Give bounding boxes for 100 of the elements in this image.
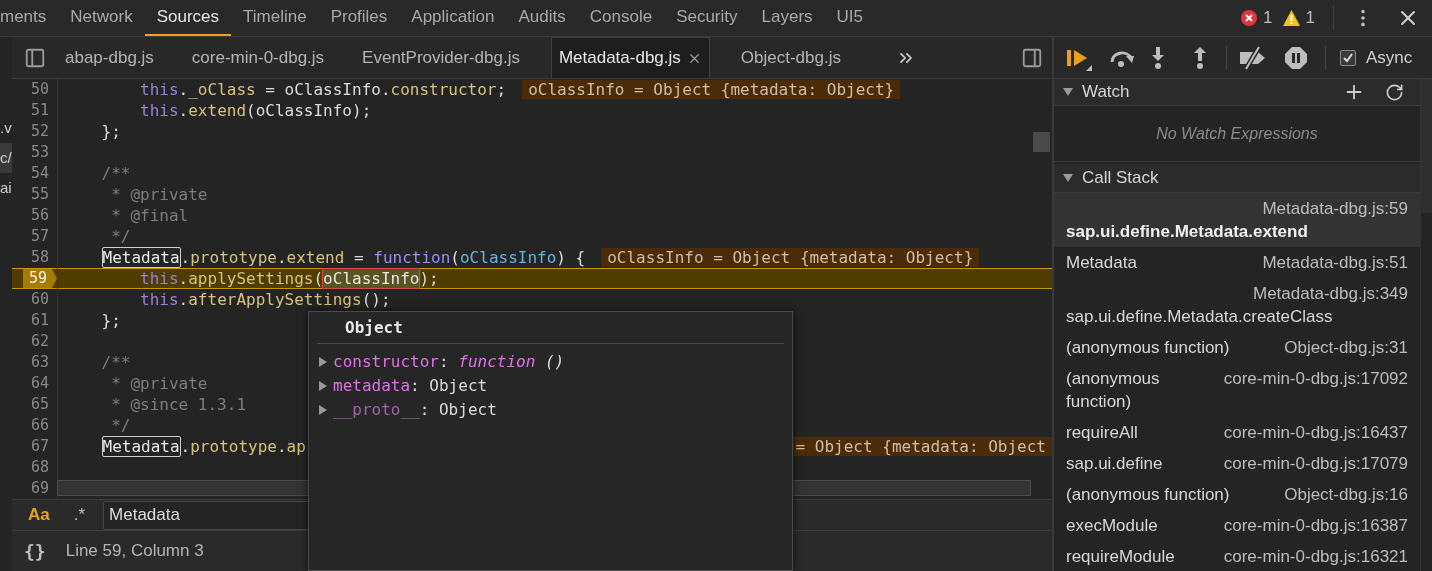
panel-tab[interactable]: ments (0, 0, 59, 36)
expand-icon[interactable] (317, 404, 329, 416)
navigator-item[interactable]: .v (0, 113, 12, 143)
panel-tab[interactable]: UI5 (824, 0, 876, 36)
code-line: */ (110, 416, 131, 435)
frame-location: Metadata-dbg.js:349 (1252, 283, 1408, 305)
frame-location: Object-dbg.js:31 (1283, 337, 1408, 359)
panel-tab[interactable]: Profiles (318, 0, 400, 36)
line-number: 58 (30, 248, 50, 267)
line-number: 59 (22, 269, 57, 288)
step-out-icon[interactable] (1192, 45, 1208, 70)
section-header[interactable]: Call Stack (1054, 164, 1420, 193)
line-number: 64 (30, 374, 50, 393)
line-number: 55 (30, 185, 50, 204)
section-header[interactable]: Watch (1054, 79, 1420, 106)
checkbox-label: Async (1366, 46, 1413, 69)
code-line: }; (100, 122, 121, 141)
panel-tab[interactable]: Layers (749, 0, 825, 36)
property-text: constructor: function () (333, 351, 565, 373)
frame-location: Object-dbg.js:16 (1283, 484, 1408, 506)
frame-function: (anonymous function) (1066, 368, 1161, 413)
toggle-navigator-icon[interactable] (24, 46, 46, 69)
panel-tab[interactable]: Audits (506, 0, 578, 36)
line-number: 62 (30, 332, 50, 351)
frame-location: Metadata-dbg.js:51 (1261, 252, 1408, 274)
code-line: }; (100, 311, 121, 330)
line-number: 52 (30, 122, 50, 141)
error-count: 1 (1263, 7, 1273, 30)
line-number: 65 (30, 395, 50, 414)
warning-count: 1 (1305, 7, 1315, 30)
line-number: 60 (30, 290, 50, 309)
line-number: 54 (30, 164, 50, 183)
code-line: * @private (110, 185, 208, 204)
frame-location: core-min-0-dbg.js:17092 (1222, 368, 1408, 390)
frame-location: core-min-0-dbg.js:16437 (1222, 422, 1408, 444)
code-line: this.applySettings(oClassInfo); (139, 269, 439, 288)
code-line: * @private (110, 374, 208, 393)
frame-function: requireAll (1066, 422, 1139, 444)
frame-function: requireModule (1066, 546, 1176, 568)
frame-function: (anonymous function) (1066, 337, 1231, 359)
line-number: 61 (30, 311, 50, 330)
line-number: 56 (30, 206, 50, 225)
search-toggle[interactable]: .* (67, 502, 92, 528)
file-tab[interactable]: EventProvider-dbg.js (355, 37, 527, 78)
file-tab[interactable]: core-min-0-dbg.js (184, 37, 332, 78)
expand-icon[interactable] (1062, 172, 1074, 184)
line-number: 69 (30, 479, 50, 498)
inline-value: oClassInfo = Object {metadata: Object} (522, 80, 901, 99)
code-line: * @final (110, 206, 189, 225)
frame-function: sap.ui.define.Metadata.extend (1066, 221, 1309, 243)
line-number: 53 (30, 143, 50, 162)
code-line: this._oClass = oClassInfo.constructor; (139, 80, 507, 99)
warning-icon (1282, 10, 1300, 26)
async-checkbox[interactable] (1340, 49, 1356, 66)
toggle-debugger-icon[interactable] (1021, 46, 1043, 69)
code-line: */ (110, 227, 131, 246)
property-text: __proto__: Object (333, 399, 497, 421)
panel-tab[interactable]: Security (664, 0, 750, 36)
cursor-position: Line 59, Column 3 (65, 540, 204, 563)
expand-icon[interactable] (317, 380, 329, 392)
deactivate-breakpoints-icon[interactable] (1239, 45, 1267, 70)
line-number: 63 (30, 353, 50, 372)
file-tab[interactable]: Object-dbg.js (733, 37, 848, 78)
line-number: 57 (30, 227, 50, 246)
file-tab[interactable]: Metadata-dbg.js (550, 37, 710, 78)
panel-tab[interactable]: Application (399, 0, 507, 36)
frame-function: Metadata (1066, 252, 1138, 274)
line-number: 66 (30, 416, 50, 435)
frame-function: execModule (1066, 515, 1159, 537)
vertical-scrollbar[interactable] (1033, 132, 1050, 152)
panel-tab[interactable]: Network (58, 0, 145, 36)
panel-tab[interactable]: Timeline (231, 0, 319, 36)
code-line: /** (100, 164, 131, 183)
error-icon (1241, 10, 1258, 26)
call-frame[interactable]: Metadata-dbg.js:59 sap.ui.define.Metadata.extend (1054, 193, 1420, 247)
frame-location: Metadata-dbg.js:59 (1261, 198, 1408, 220)
expand-icon[interactable] (317, 356, 329, 368)
frame-function: sap.ui.define.Metadata.createClass (1066, 306, 1334, 328)
navigator-item[interactable]: ai (0, 173, 12, 203)
panel-tab[interactable]: Console (577, 0, 665, 36)
frame-function: (anonymous function) (1066, 484, 1231, 506)
inline-value: oClassInfo = Object {metadata: Object} (601, 248, 980, 267)
line-number: 51 (30, 101, 50, 120)
pause-on-exceptions-icon[interactable] (1285, 46, 1307, 69)
code-line: this.extend(oClassInfo); (139, 101, 372, 120)
search-toggle[interactable]: Aa (22, 502, 56, 528)
step-into-icon[interactable] (1150, 45, 1166, 70)
empty-message: No Watch Expressions (1156, 123, 1318, 144)
frame-location: core-min-0-dbg.js:16321 (1222, 546, 1408, 568)
frame-location: core-min-0-dbg.js:16387 (1222, 515, 1408, 537)
expand-icon[interactable] (1062, 86, 1074, 98)
code-line: * @since 1.3.1 (110, 395, 246, 414)
line-number: 68 (30, 458, 50, 477)
frame-function: sap.ui.define (1066, 453, 1164, 475)
file-tab[interactable]: abap-dbg.js (58, 37, 161, 78)
refresh-icon[interactable] (1385, 82, 1404, 102)
popover-title: Object (345, 316, 403, 339)
pretty-print-button[interactable]: {} (24, 537, 46, 565)
line-number: 67 (30, 437, 50, 456)
navigator-item[interactable]: c/ (0, 143, 12, 173)
